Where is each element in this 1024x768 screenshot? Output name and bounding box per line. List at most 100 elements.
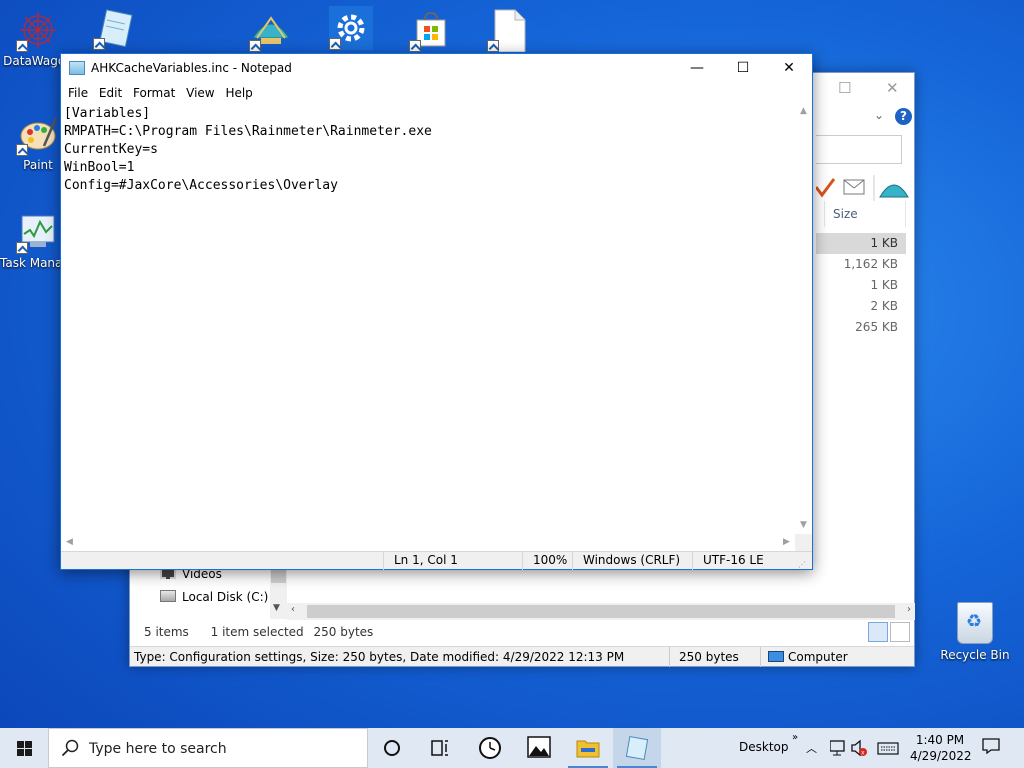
table-row[interactable]: 265 KB xyxy=(816,317,906,338)
cortana-button[interactable] xyxy=(368,728,416,768)
shortcut-arrow-icon xyxy=(16,40,28,52)
details-size: 250 bytes xyxy=(675,647,761,667)
taskbar-search[interactable]: Type here to search xyxy=(48,728,368,768)
blank-file-icon xyxy=(487,8,531,53)
gear-icon xyxy=(329,6,373,50)
desktop-toolbar-label[interactable]: Desktop xyxy=(739,740,789,754)
start-button[interactable] xyxy=(0,728,48,768)
table-row[interactable]: 1 KB xyxy=(816,275,906,296)
notepad-icon xyxy=(69,61,85,75)
taskbar-app-file-explorer[interactable] xyxy=(564,728,612,768)
alarm-clock-icon xyxy=(479,737,501,759)
nav-pane-scrollbar[interactable]: ▼ xyxy=(270,569,287,619)
table-row[interactable]: 1,162 KB xyxy=(816,254,906,275)
nav-item-label: Local Disk (C:) xyxy=(182,590,269,604)
resize-grip-icon[interactable]: ⋰ xyxy=(798,556,810,569)
text-editor[interactable]: [Variables] RMPATH=C:\Program Files\Rain… xyxy=(61,103,795,534)
clock-date: 4/29/2022 xyxy=(910,749,972,763)
menu-view[interactable]: View xyxy=(179,83,214,100)
explorer-status-row: 5 items 1 item selected 250 bytes xyxy=(144,625,373,639)
column-header-size[interactable]: Size xyxy=(824,201,906,227)
title-bar[interactable]: AHKCacheVariables.inc - Notepad — ☐ ✕ xyxy=(61,54,812,83)
scrollbar-thumb[interactable] xyxy=(307,605,895,618)
system-tray: x xyxy=(829,738,906,761)
window-title: AHKCacheVariables.inc - Notepad xyxy=(91,61,292,75)
nav-item-local-disk[interactable]: Local Disk (C:) xyxy=(160,587,268,607)
vertical-scrollbar[interactable]: ▲ ▼ xyxy=(795,103,812,534)
horizontal-scrollbar[interactable]: ◀ ▶ xyxy=(61,534,795,551)
close-button[interactable]: ✕ xyxy=(766,54,812,83)
toolbar-chevron-icon[interactable]: » xyxy=(792,732,798,743)
notepad-icon xyxy=(93,6,137,50)
shortcut-arrow-icon xyxy=(93,38,105,50)
scrollbar-thumb[interactable] xyxy=(271,569,286,583)
file-size-column: 1 KB 1,162 KB 1 KB 2 KB 265 KB xyxy=(816,233,906,338)
maximize-icon[interactable]: ☐ xyxy=(838,79,851,97)
desktop-icon-blank-file[interactable] xyxy=(484,8,534,54)
large-icons-view-icon[interactable] xyxy=(890,622,910,642)
paint-palette-icon xyxy=(16,112,60,156)
search-icon xyxy=(61,739,79,757)
action-center-icon[interactable] xyxy=(982,738,1000,754)
notepad-window[interactable]: AHKCacheVariables.inc - Notepad — ☐ ✕ Fi… xyxy=(60,53,813,570)
desktop-icon-recycle-bin[interactable]: Recycle Bin xyxy=(938,602,1012,662)
clock-time: 1:40 PM xyxy=(915,733,965,747)
network-icon xyxy=(829,740,845,756)
shortcut-arrow-icon xyxy=(249,40,261,52)
help-icon[interactable]: ? xyxy=(895,108,912,125)
taskbar-app-photos[interactable] xyxy=(515,728,563,768)
scroll-left-icon[interactable]: ◀ xyxy=(61,534,78,551)
scroll-right-icon[interactable]: ▶ xyxy=(778,534,795,551)
status-bar: Ln 1, Col 1 100% Windows (CRLF) UTF-16 L… xyxy=(61,551,812,570)
task-view-button[interactable] xyxy=(416,728,464,768)
shell-icon xyxy=(249,8,293,52)
close-icon[interactable]: ✕ xyxy=(886,79,899,97)
shortcut-arrow-icon xyxy=(16,144,28,156)
shortcut-arrow-icon xyxy=(487,40,499,52)
horizontal-scrollbar[interactable]: ‹ › xyxy=(287,603,915,620)
menu-bar: File Edit Format View Help xyxy=(61,83,812,103)
recycle-bin-icon xyxy=(957,602,993,644)
show-hidden-icons-icon[interactable]: ︿ xyxy=(806,740,817,756)
scroll-right-icon[interactable]: › xyxy=(907,604,911,615)
menu-format[interactable]: Format xyxy=(126,83,175,100)
windows-logo-icon xyxy=(17,741,32,756)
drive-icon xyxy=(160,590,176,602)
taskbar: Type here to search Desktop » ︿ x 1:40 P… xyxy=(0,728,1024,768)
scroll-down-icon[interactable]: ▼ xyxy=(273,603,280,613)
maximize-button[interactable]: ☐ xyxy=(720,54,766,83)
desktop-icon-shell[interactable] xyxy=(246,8,296,54)
notepad-icon xyxy=(625,736,649,760)
menu-edit[interactable]: Edit xyxy=(92,83,122,100)
zoom-level: 100% xyxy=(522,552,572,570)
minimize-button[interactable]: — xyxy=(674,54,720,83)
taskbar-app-notepad[interactable] xyxy=(613,728,661,768)
shell-icon xyxy=(879,184,909,198)
scroll-left-icon[interactable]: ‹ xyxy=(291,604,295,615)
scroll-down-icon[interactable]: ▼ xyxy=(795,517,812,534)
cortana-icon xyxy=(384,740,400,756)
details-info: Type: Configuration settings, Size: 250 … xyxy=(130,647,670,667)
view-toggle xyxy=(866,622,910,645)
clock[interactable]: 1:40 PM 4/29/2022 xyxy=(910,732,972,764)
search-input[interactable] xyxy=(816,135,902,164)
menu-file[interactable]: File xyxy=(61,83,88,100)
scroll-up-icon[interactable]: ▲ xyxy=(795,103,812,120)
checkmark-icon xyxy=(814,178,836,198)
taskbar-app-clock[interactable] xyxy=(466,728,514,768)
shortcut-arrow-icon xyxy=(409,40,421,52)
photos-icon xyxy=(527,736,551,758)
item-count: 5 items xyxy=(144,625,189,639)
encoding: UTF-16 LE xyxy=(692,552,812,570)
desktop-icon-settings[interactable] xyxy=(326,6,376,52)
store-bag-icon xyxy=(409,8,453,52)
volume-muted-icon: x xyxy=(851,739,867,757)
datawagon-icon xyxy=(16,8,60,52)
details-view-icon[interactable] xyxy=(868,622,888,642)
chevron-down-icon[interactable]: ⌄ xyxy=(874,108,884,122)
desktop-icon-store[interactable] xyxy=(406,8,456,54)
menu-help[interactable]: Help xyxy=(218,83,252,100)
table-row[interactable]: 2 KB xyxy=(816,296,906,317)
desktop-icon-notepad-shortcut[interactable] xyxy=(90,6,140,52)
table-row[interactable]: 1 KB xyxy=(816,233,906,254)
